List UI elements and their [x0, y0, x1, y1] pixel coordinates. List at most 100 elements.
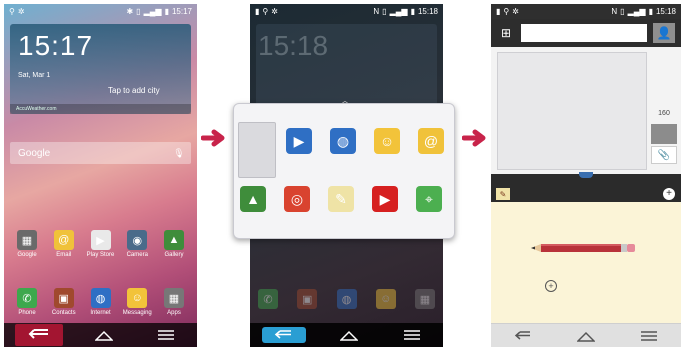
- app-label: Messaging: [122, 310, 152, 316]
- app-shortcut[interactable]: ▲ Gallery: [157, 230, 191, 258]
- clock-date: Sat, Mar 1: [18, 72, 51, 79]
- status-bar: ▮ ⚲ ✲ N ▯ ▂▄▆ ▮ 15:18: [250, 4, 443, 19]
- signal-icon: ▂▄▆: [143, 6, 162, 16]
- app-label: Apps: [167, 310, 181, 316]
- app-shortcut[interactable]: ▦ Google: [10, 230, 44, 258]
- notification-icon: ✲: [17, 6, 25, 16]
- pen-tool-button[interactable]: ✎: [496, 188, 510, 200]
- home-button[interactable]: [329, 325, 369, 345]
- back-icon: [274, 330, 291, 339]
- person-icon: 👤: [656, 26, 672, 40]
- home-icon: [95, 330, 114, 341]
- back-icon: [28, 329, 48, 339]
- dock-app-row: ✆ Phone ▣ Contacts ◍ Internet ☺ Messaging ▦ Apps: [10, 288, 191, 316]
- apps-grid-icon: ▦: [415, 289, 435, 309]
- app-shortcut[interactable]: ▶ Play Store: [84, 230, 118, 258]
- play-store-icon: ▶: [90, 230, 111, 250]
- clock-time: 15:18: [258, 30, 329, 61]
- microphone-icon[interactable]: 🎙: [173, 147, 184, 159]
- app-label: Camera: [126, 252, 148, 258]
- phone-icon: ✆: [258, 289, 278, 309]
- usb-icon: ⚲: [9, 6, 15, 16]
- messaging-icon[interactable]: ☺: [374, 128, 400, 154]
- add-city-prompt[interactable]: Tap to add city: [108, 86, 160, 95]
- attach-button[interactable]: 📎: [651, 146, 677, 164]
- app-label: Email: [56, 252, 72, 258]
- send-button[interactable]: [651, 124, 677, 144]
- messaging-icon: ☺: [127, 288, 148, 308]
- internet-icon: ◍: [336, 289, 357, 309]
- app-label: Internet: [90, 310, 111, 316]
- email-icon[interactable]: @: [418, 128, 444, 154]
- popup-app-grid: ▶ ◍ ☺ @ ▲ ◎ ✎ ▶ ⌖: [234, 104, 456, 240]
- camera-icon: ◉: [127, 230, 148, 250]
- app-label: Gallery: [164, 252, 184, 258]
- battery-icon: ▮: [164, 6, 169, 16]
- video-clapper-icon[interactable]: ▶: [286, 128, 312, 154]
- messaging-icon: ☺: [375, 289, 396, 309]
- add-memo-button[interactable]: +: [663, 188, 675, 200]
- home-button[interactable]: [566, 326, 606, 346]
- internet-icon: ◍: [90, 288, 111, 308]
- clock-time: 15:17: [18, 30, 94, 61]
- home-button[interactable]: [84, 325, 124, 345]
- split-divider[interactable]: [491, 172, 681, 186]
- qmemo-icon[interactable]: ✎: [328, 186, 354, 212]
- google-search-bar[interactable]: Google 🎙: [10, 142, 191, 164]
- maps-icon[interactable]: ⌖: [416, 186, 442, 212]
- app-label: Google: [17, 252, 37, 258]
- usb-icon: ⚲: [503, 6, 510, 16]
- home-app-row: ▦ Google @ Email ▶ Play Store ◉ Camera ▲ Gallery: [10, 230, 191, 258]
- internet-icon[interactable]: ◍: [330, 128, 356, 154]
- status-time: 15:17: [171, 7, 192, 16]
- nfc-icon: N: [611, 6, 618, 16]
- home-screen: ⚲ ✲ ✱ ▯ ▂▄▆ ▮ 15:17 15:17 Sat, Mar 1 Tap…: [4, 4, 197, 347]
- menu-button[interactable]: [146, 325, 186, 345]
- message-compose-field[interactable]: [497, 52, 647, 170]
- status-time: 15:18: [417, 7, 438, 16]
- vibrate-icon: ▯: [136, 6, 141, 16]
- signal-icon: ▂▄▆: [389, 6, 408, 16]
- grid-icon[interactable]: ⊞: [497, 24, 515, 42]
- contacts-icon: ▣: [297, 289, 318, 309]
- divider-handle[interactable]: [579, 172, 593, 178]
- notification-icon: ✲: [512, 6, 519, 16]
- app-shortcut[interactable]: ☺ Messaging: [120, 288, 154, 316]
- back-button[interactable]: [261, 327, 306, 343]
- arrow-right-icon: [201, 129, 225, 147]
- qslide-app-tray: ▶ ◍ ☺ @ ▲ ◎ ✎ ▶ ⌖: [233, 103, 455, 239]
- app-label: Phone: [18, 310, 36, 316]
- back-button[interactable]: [503, 326, 543, 346]
- gallery-icon[interactable]: ▲: [240, 186, 266, 212]
- app-shortcut[interactable]: ✆ Phone: [10, 288, 44, 316]
- sd-card-icon: ▮: [255, 6, 260, 16]
- menu-button[interactable]: [392, 325, 432, 345]
- clock-weather-widget[interactable]: 15:17 Sat, Mar 1 Tap to add city AccuWea…: [10, 24, 191, 114]
- chrome-icon[interactable]: ◎: [284, 186, 310, 212]
- nav-bar: [4, 323, 197, 347]
- menu-button[interactable]: [629, 326, 669, 346]
- nav-bar: [491, 323, 681, 347]
- vibrate-icon: ▯: [382, 6, 387, 16]
- youtube-icon[interactable]: ▶: [372, 186, 398, 212]
- menu-icon: [641, 330, 658, 341]
- apps-grid-icon: ▦: [164, 288, 184, 308]
- add-icon[interactable]: +: [545, 280, 557, 292]
- contacts-icon: ▣: [53, 288, 74, 308]
- battery-icon: ▮: [648, 6, 653, 16]
- recipient-input[interactable]: [521, 24, 647, 42]
- back-button[interactable]: [14, 324, 63, 346]
- memo-canvas[interactable]: +: [491, 202, 681, 323]
- app-shortcut[interactable]: ▣ Contacts: [47, 288, 81, 316]
- app-shortcut[interactable]: ◉ Camera: [120, 230, 154, 258]
- message-header: ⊞ 👤: [491, 19, 681, 47]
- vibrate-icon: ▯: [620, 6, 625, 16]
- pencil-icon: [531, 244, 635, 252]
- app-shortcut[interactable]: ▦ Apps: [157, 288, 191, 316]
- menu-icon: [403, 330, 420, 340]
- app-shortcut[interactable]: ◍ Internet: [84, 288, 118, 316]
- app-shortcut[interactable]: @ Email: [47, 230, 81, 258]
- home-icon: [576, 331, 595, 342]
- contact-picker-button[interactable]: 👤: [653, 23, 675, 43]
- usb-icon: ⚲: [262, 6, 269, 16]
